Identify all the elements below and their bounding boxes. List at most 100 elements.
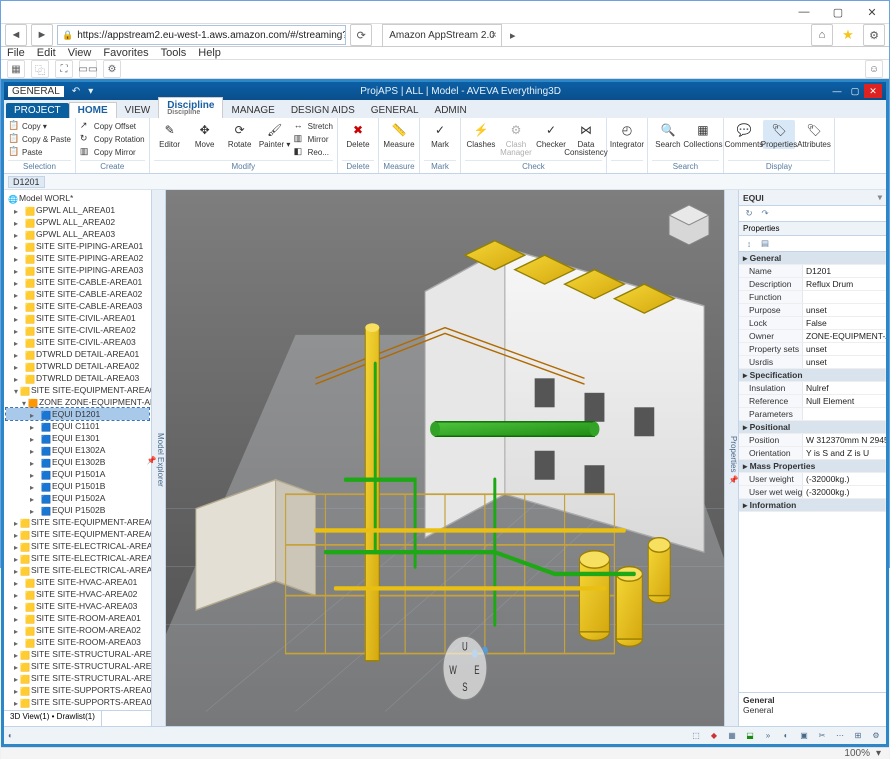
quick-redo-icon[interactable]: ▾	[88, 86, 93, 97]
tree-node[interactable]: ▸🟨SITE SITE-STRUCTURAL-AREA01	[6, 648, 149, 660]
expand-icon[interactable]: ▸	[14, 698, 18, 707]
app-maximize-button[interactable]: ▢	[846, 84, 864, 98]
tree-node[interactable]: ▸🟨SITE SITE-ELECTRICAL-AREA02	[6, 552, 149, 564]
tree-node[interactable]: ▸🟨SITE SITE-CIVIL-AREA03	[6, 336, 149, 348]
copy-button[interactable]: 📋Copy ▾	[8, 120, 47, 132]
tree-node[interactable]: ▸🟨SITE SITE-STRUCTURAL-AREA02	[6, 660, 149, 672]
tree-node[interactable]: ▸🟨DTWRLD DETAIL-AREA03	[6, 372, 149, 384]
tree-node[interactable]: ▸🟦EQUI P1502A	[6, 492, 149, 504]
copy-paste-button[interactable]: 📋Copy & Paste	[8, 133, 71, 145]
menu-view[interactable]: View	[68, 47, 92, 59]
model-explorer-side-tab[interactable]: Model Explorer 📌	[152, 190, 166, 726]
properties-sub-tab[interactable]: Properties	[739, 222, 886, 236]
expand-icon[interactable]: ▸	[14, 602, 23, 611]
tree-node[interactable]: ▸🟦EQUI E1301	[6, 432, 149, 444]
tree-node[interactable]: ▸🟦EQUI C1101	[6, 420, 149, 432]
3d-viewport[interactable]: U E W S	[166, 190, 724, 726]
expand-icon[interactable]: ▸	[14, 662, 18, 671]
props-section[interactable]: ▸ Information	[739, 499, 886, 511]
tab-manage[interactable]: MANAGE	[223, 103, 282, 118]
expand-icon[interactable]: ▸	[14, 626, 23, 635]
tree-root[interactable]: 🌐Model WORL*	[6, 192, 149, 204]
props-value[interactable]: Null Element	[803, 395, 886, 407]
tree-node[interactable]: ▸🟨SITE SITE-ROOM-AREA01	[6, 612, 149, 624]
status-handle-icon[interactable]: ◐	[8, 731, 13, 740]
props-value[interactable]: unset	[803, 304, 886, 316]
props-section[interactable]: ▸ Mass Properties	[739, 460, 886, 472]
integrator-button[interactable]: ◴Integrator	[611, 120, 643, 149]
reo-button[interactable]: ◧Reo...	[294, 146, 333, 158]
status-axis-icon[interactable]: ⬓	[744, 731, 756, 740]
context-item[interactable]: D1201	[8, 176, 45, 188]
tree-node[interactable]: ▸🟨SITE SITE-PIPING-AREA03	[6, 264, 149, 276]
menu-help[interactable]: Help	[198, 47, 221, 59]
status-view-icon[interactable]: ⊞	[852, 731, 864, 740]
props-goto-icon[interactable]: ↷	[759, 208, 771, 219]
tree-node[interactable]: ▸🟦EQUI D1201	[6, 408, 149, 420]
user-icon[interactable]: ☺	[865, 60, 883, 78]
expand-icon[interactable]: ▸	[14, 686, 18, 695]
tree-body[interactable]: 🌐Model WORL*▸🟨GPWL ALL_AREA01 ▸🟨GPWL ALL_…	[4, 190, 151, 710]
tree-node[interactable]: ▸🟨GPWL ALL_AREA01	[6, 204, 149, 216]
tree-node[interactable]: ▸🟦EQUI P1501B	[6, 480, 149, 492]
status-grid-icon[interactable]: ▦	[726, 731, 738, 740]
props-section[interactable]: ▸ General	[739, 252, 886, 264]
props-section[interactable]: ▸ Positional	[739, 421, 886, 433]
tab-project[interactable]: PROJECT	[6, 103, 69, 118]
copy-rotation-button[interactable]: ↻Copy Rotation	[80, 133, 145, 145]
expand-icon[interactable]: ▸	[30, 482, 39, 491]
tree-node[interactable]: ▸🟦EQUI P1501A	[6, 468, 149, 480]
tree-node[interactable]: ▸🟨SITE SITE-PIPING-AREA02	[6, 252, 149, 264]
expand-icon[interactable]: ▸	[14, 206, 23, 215]
copy-mirror-button[interactable]: ▥Copy Mirror	[80, 146, 136, 158]
maximize-button[interactable]: ▢	[821, 1, 855, 23]
tree-node[interactable]: ▸🟨SITE SITE-ROOM-AREA03	[6, 636, 149, 648]
close-button[interactable]: ✕	[855, 1, 889, 23]
expand-icon[interactable]: ▸	[14, 542, 18, 551]
tree-node[interactable]: ▸🟨GPWL ALL_AREA03	[6, 228, 149, 240]
settings-button[interactable]: ⚙	[863, 24, 885, 46]
tree-node[interactable]: ▸🟨SITE SITE-HVAC-AREA03	[6, 600, 149, 612]
stretch-button[interactable]: ↔Stretch	[294, 120, 333, 132]
tree-node[interactable]: ▸🟨SITE SITE-CABLE-AREA02	[6, 288, 149, 300]
tree-node[interactable]: ▸🟨SITE SITE-PIPING-AREA01	[6, 240, 149, 252]
mark-button[interactable]: ✓Mark	[424, 120, 456, 149]
expand-icon[interactable]: ▸	[14, 218, 23, 227]
expand-icon[interactable]: ▸	[14, 230, 23, 239]
props-filter-icon[interactable]: ▤	[759, 238, 771, 249]
collections-button[interactable]: ▦Collections	[687, 120, 719, 149]
tree-node[interactable]: ▸🟦EQUI P1502B	[6, 504, 149, 516]
refresh-button[interactable]: ⟳	[350, 24, 372, 46]
tree-node[interactable]: ▸🟨SITE SITE-CABLE-AREA01	[6, 276, 149, 288]
expand-icon[interactable]: ▸	[30, 494, 39, 503]
forward-button[interactable]: ►	[31, 24, 53, 46]
menu-favorites[interactable]: Favorites	[103, 47, 148, 59]
menu-file[interactable]: File	[7, 47, 25, 59]
move-button[interactable]: ✥Move	[189, 120, 221, 149]
editor-button[interactable]: ✎Editor	[154, 120, 186, 149]
tree-node[interactable]: ▸🟨SITE SITE-CABLE-AREA03	[6, 300, 149, 312]
tree-node[interactable]: ▸🟨DTWRLD DETAIL-AREA02	[6, 360, 149, 372]
status-render-icon[interactable]: ▣	[798, 731, 810, 740]
status-clip-icon[interactable]: ✂	[816, 731, 828, 740]
props-value[interactable]: Reflux Drum	[803, 278, 886, 290]
tree-node[interactable]: ▸🟨SITE SITE-CIVIL-AREA02	[6, 324, 149, 336]
props-value[interactable]	[803, 408, 886, 420]
clashes-button[interactable]: ⚡Clashes	[465, 120, 497, 149]
status-chevron-icon[interactable]: »	[762, 731, 774, 740]
expand-icon[interactable]: ▸	[14, 266, 23, 275]
tree-node[interactable]: ▸🟨SITE SITE-HVAC-AREA01	[6, 576, 149, 588]
tree-node[interactable]: ▸🟦EQUI E1302B	[6, 456, 149, 468]
expand-icon[interactable]: ▸	[14, 302, 23, 311]
expand-icon[interactable]: ▸	[14, 530, 18, 539]
tree-node[interactable]: ▸🟨SITE SITE-EQUIPMENT-AREA02	[6, 516, 149, 528]
tree-node[interactable]: ▸🟨SITE SITE-CIVIL-AREA01	[6, 312, 149, 324]
tree-node[interactable]: ▸🟨SITE SITE-ROOM-AREA02	[6, 624, 149, 636]
windows-icon[interactable]: ▦	[7, 60, 25, 78]
props-value[interactable]: (-32000kg.)	[803, 473, 886, 485]
expand-icon[interactable]: ▸	[14, 254, 23, 263]
dual-monitor-icon[interactable]: ▭▭	[79, 60, 97, 78]
search-button[interactable]: 🔍Search	[652, 120, 684, 149]
back-button[interactable]: ◄	[5, 24, 27, 46]
fullscreen-icon[interactable]: ⛶	[55, 60, 73, 78]
